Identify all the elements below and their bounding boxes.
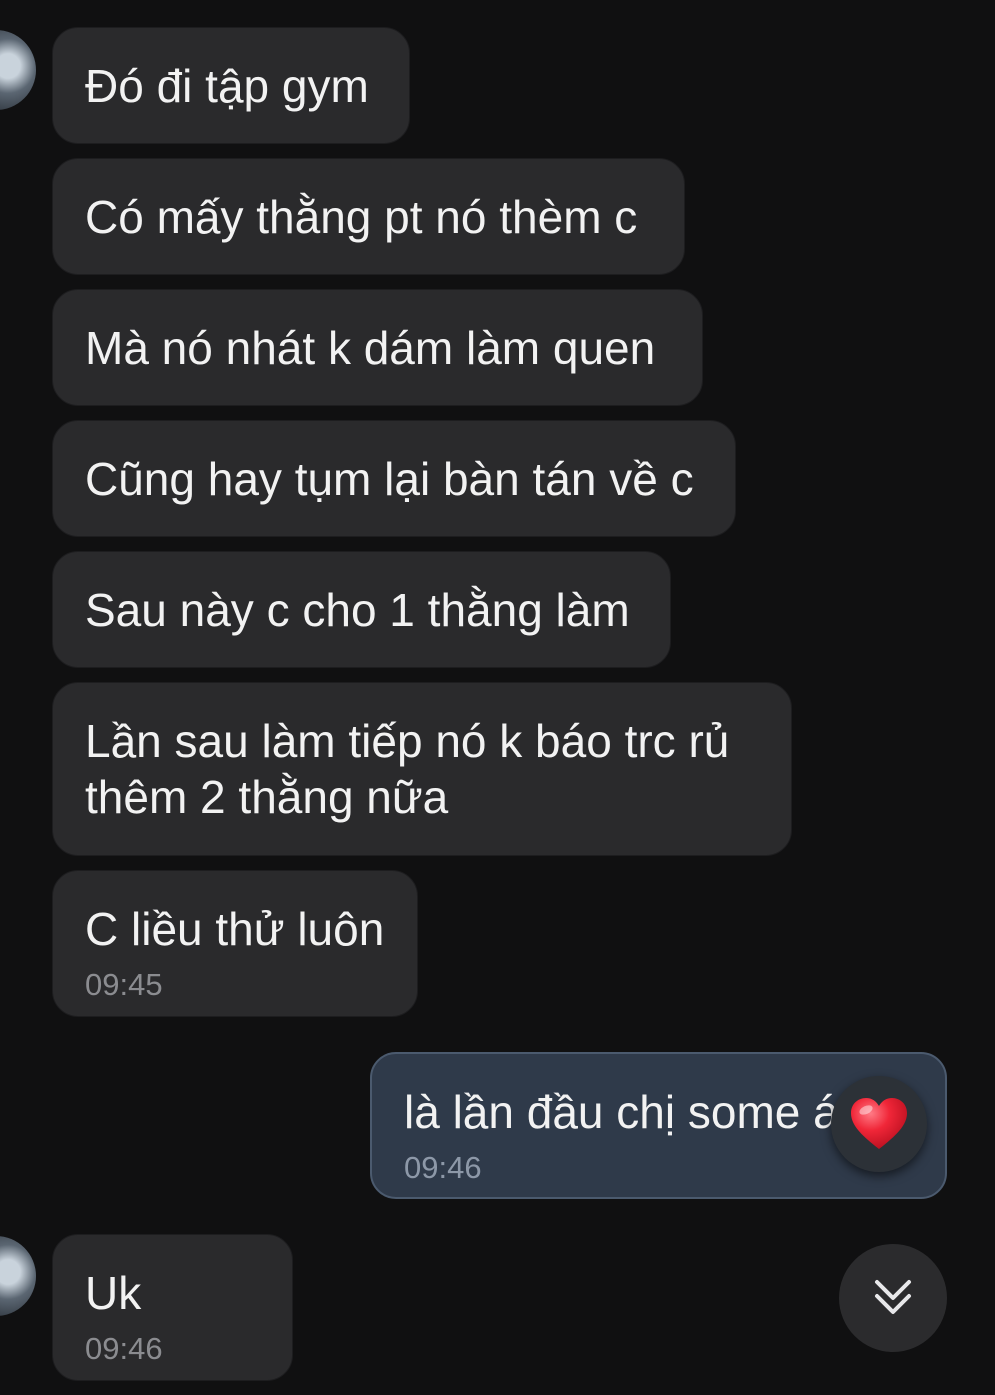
message-text: Có mấy thằng pt nó thèm c — [85, 191, 638, 243]
message-bubble[interactable]: Uk 09:46 — [52, 1234, 293, 1381]
heart-icon — [851, 1098, 907, 1149]
message-timestamp: 09:45 — [85, 967, 163, 1002]
message-bubble[interactable]: Mà nó nhát k dám làm quen — [52, 289, 703, 406]
message-text: Lần sau làm tiếp nó k báo trc rủ — [85, 715, 730, 767]
message-text: Cũng hay tụm lại bàn tán về c — [85, 453, 694, 505]
message-text-line2: thêm 2 thằng nữa — [85, 771, 449, 823]
message-text: Uk — [85, 1267, 142, 1319]
message-bubble[interactable]: Sau này c cho 1 thằng làm — [52, 551, 671, 668]
message-text: Sau này c cho 1 thằng làm — [85, 584, 630, 636]
message-bubble[interactable]: Cũng hay tụm lại bàn tán về c — [52, 420, 736, 537]
avatar[interactable] — [0, 30, 36, 110]
message-bubble[interactable]: Có mấy thằng pt nó thèm c — [52, 158, 685, 275]
message-timestamp: 09:46 — [85, 1331, 163, 1366]
avatar[interactable] — [0, 1236, 36, 1316]
message-bubble[interactable]: Đó đi tập gym — [52, 27, 410, 144]
message-timestamp: 09:46 — [404, 1150, 482, 1185]
message-text: Đó đi tập gym — [85, 60, 369, 112]
reaction-badge[interactable] — [831, 1076, 927, 1172]
scroll-to-bottom-button[interactable] — [839, 1244, 947, 1352]
message-bubble[interactable]: C liều thử luôn 09:45 — [52, 870, 418, 1017]
message-text: C liều thử luôn — [85, 903, 385, 955]
message-bubble[interactable]: Lần sau làm tiếp nó k báo trc rủ thêm 2 … — [52, 682, 792, 856]
double-chevron-down-icon — [875, 1280, 911, 1314]
message-text: Mà nó nhát k dám làm quen — [85, 322, 656, 374]
